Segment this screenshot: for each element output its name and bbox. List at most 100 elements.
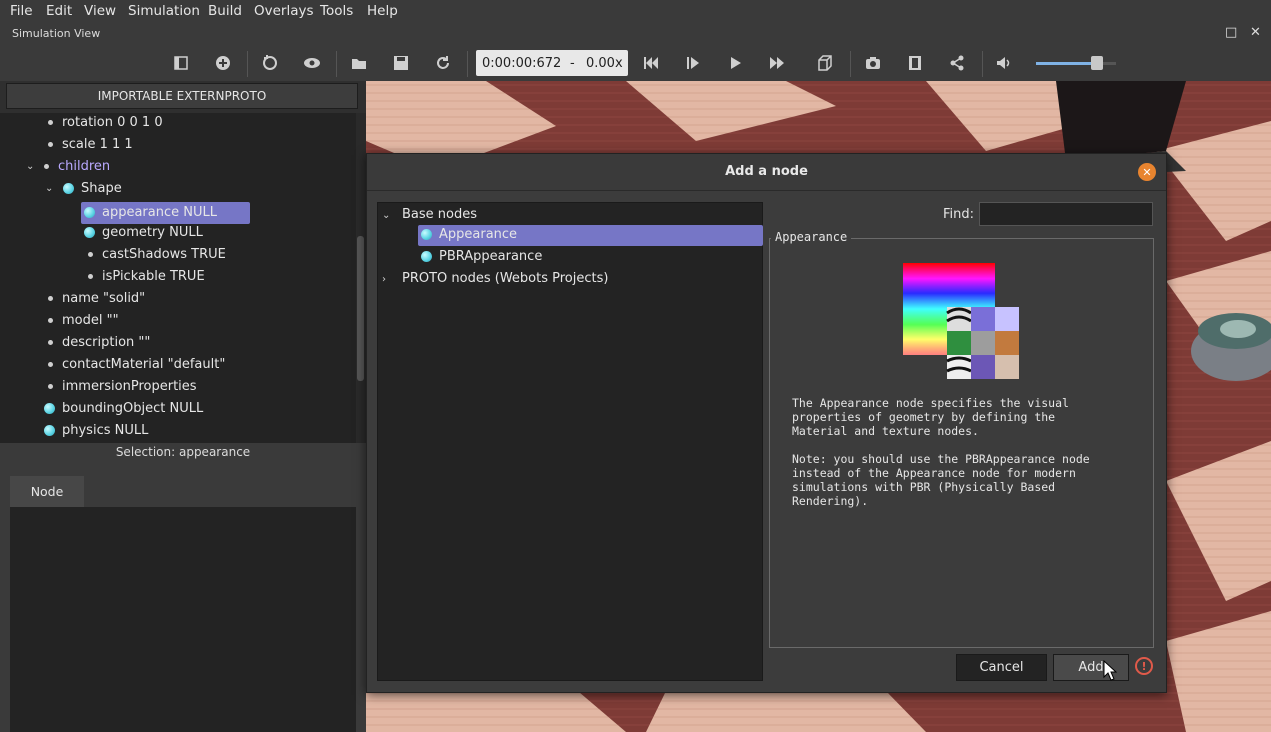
toolbar-separator bbox=[982, 51, 983, 77]
field-bullet-icon bbox=[48, 384, 53, 389]
tree-item-appearance-selected[interactable]: Appearance bbox=[418, 225, 763, 246]
add-node-icon[interactable] bbox=[211, 52, 235, 74]
tree-item[interactable]: scale 1 1 1 bbox=[48, 137, 133, 157]
chevron-right-icon[interactable]: › bbox=[382, 270, 394, 290]
menu-bar: File Edit View Simulation Build Overlays… bbox=[0, 0, 1271, 22]
find-input[interactable] bbox=[979, 202, 1153, 226]
screenshot-camera-icon[interactable] bbox=[861, 52, 885, 74]
appearance-node-icon bbox=[903, 263, 1021, 381]
tree-item[interactable]: description "" bbox=[48, 335, 150, 355]
node-description: The Appearance node specifies the visual… bbox=[792, 396, 1090, 508]
cancel-button[interactable]: Cancel bbox=[956, 654, 1047, 681]
tree-item[interactable]: model "" bbox=[48, 313, 119, 333]
rendering-icon[interactable] bbox=[813, 52, 837, 74]
field-bullet-icon bbox=[48, 340, 53, 345]
menu-build[interactable]: Build bbox=[208, 3, 242, 19]
node-tab-panel bbox=[10, 507, 356, 732]
toolbar-separator bbox=[850, 51, 851, 77]
simulation-view-header: Simulation View □ ✕ bbox=[0, 22, 1271, 46]
simulation-time: 0:00:00:672 bbox=[482, 56, 562, 71]
menu-edit[interactable]: Edit bbox=[46, 3, 72, 19]
chevron-down-icon[interactable]: ⌄ bbox=[382, 206, 394, 226]
share-icon[interactable] bbox=[945, 52, 969, 74]
tree-item-label: name "solid" bbox=[62, 291, 146, 306]
open-folder-icon[interactable] bbox=[347, 52, 371, 74]
volume-slider-fill bbox=[1036, 62, 1099, 65]
time-separator: - bbox=[570, 56, 575, 71]
tree-item[interactable]: castShadows TRUE bbox=[88, 247, 226, 267]
tree-item-label: description "" bbox=[62, 335, 151, 350]
node-type-tree: ⌄ Base nodes Appearance PBRAppearance › PR… bbox=[377, 202, 763, 681]
menu-file[interactable]: File bbox=[10, 3, 33, 19]
add-button[interactable]: Add bbox=[1053, 654, 1129, 681]
volume-icon[interactable] bbox=[992, 52, 1016, 74]
play-icon[interactable] bbox=[723, 52, 747, 74]
toggle-scene-tree-icon[interactable] bbox=[169, 52, 193, 74]
tab-node[interactable]: Node bbox=[10, 476, 84, 507]
scene-tree-scrollbar-thumb[interactable] bbox=[357, 236, 364, 381]
view-eye-icon[interactable] bbox=[300, 52, 324, 74]
menu-overlays[interactable]: Overlays bbox=[254, 3, 314, 19]
field-bullet-icon bbox=[48, 120, 53, 125]
menu-simulation[interactable]: Simulation bbox=[128, 3, 200, 19]
warning-icon: ! bbox=[1135, 657, 1153, 675]
node-ball-icon bbox=[44, 425, 55, 436]
selection-label: Selection: appearance bbox=[0, 443, 366, 463]
volume-slider-handle[interactable] bbox=[1091, 56, 1103, 70]
add-node-dialog: Add a node ✕ ⌄ Base nodes Appearance PBRA… bbox=[366, 153, 1167, 693]
tree-item-label: children bbox=[58, 159, 111, 174]
tree-item[interactable]: name "solid" bbox=[48, 291, 145, 311]
step-back-icon[interactable] bbox=[639, 52, 663, 74]
scene-tree: rotation 0 0 1 0 scale 1 1 1 ⌄ children ⌄… bbox=[0, 113, 356, 443]
node-ball-icon bbox=[421, 251, 432, 262]
toolbar-separator bbox=[467, 51, 468, 77]
field-bullet-icon bbox=[88, 252, 93, 257]
reset-simulation-icon[interactable] bbox=[258, 52, 282, 74]
tree-item[interactable]: boundingObject NULL bbox=[44, 401, 203, 421]
toolbar-separator bbox=[247, 51, 248, 77]
tree-item-label: PROTO nodes (Webots Projects) bbox=[402, 271, 609, 286]
dialog-title: Add a node bbox=[367, 154, 1166, 191]
close-icon[interactable]: ✕ bbox=[1250, 25, 1261, 40]
tree-item-appearance-selected[interactable]: appearance NULL bbox=[81, 202, 250, 224]
dialog-close-icon[interactable]: ✕ bbox=[1138, 163, 1156, 181]
tree-item-label: appearance NULL bbox=[102, 205, 217, 220]
tree-item[interactable]: immersionProperties bbox=[48, 379, 197, 399]
tree-item-label: Shape bbox=[81, 181, 122, 196]
tree-item[interactable]: geometry NULL bbox=[84, 225, 203, 245]
tree-item[interactable]: contactMaterial "default" bbox=[48, 357, 225, 377]
tree-item-label: isPickable TRUE bbox=[102, 269, 205, 284]
node-ball-icon bbox=[84, 227, 95, 238]
tree-item-children[interactable]: ⌄ children bbox=[26, 159, 110, 179]
node-ball-icon bbox=[44, 403, 55, 414]
tree-item[interactable]: physics NULL bbox=[44, 423, 148, 443]
menu-tools[interactable]: Tools bbox=[320, 3, 353, 19]
node-ball-icon bbox=[421, 229, 432, 240]
tree-item-label: contactMaterial "default" bbox=[62, 357, 226, 372]
step-icon[interactable] bbox=[681, 52, 705, 74]
tree-item-pbr-appearance[interactable]: PBRAppearance bbox=[421, 247, 542, 267]
chevron-down-icon[interactable]: ⌄ bbox=[26, 161, 38, 172]
field-bullet-icon bbox=[48, 296, 53, 301]
node-ball-icon bbox=[84, 207, 95, 218]
maximize-icon[interactable]: □ bbox=[1225, 25, 1237, 40]
toolbar: 0:00:00:672 - 0.00x bbox=[0, 46, 1271, 81]
node-info-title: Appearance bbox=[771, 230, 852, 244]
mouse-cursor-icon bbox=[1103, 659, 1118, 686]
reload-icon[interactable] bbox=[431, 52, 455, 74]
save-icon[interactable] bbox=[389, 52, 413, 74]
importable-externproto-button[interactable]: IMPORTABLE EXTERNPROTO bbox=[6, 83, 358, 109]
menu-help[interactable]: Help bbox=[367, 3, 398, 19]
field-bullet-icon bbox=[48, 142, 53, 147]
tree-item-base-nodes[interactable]: ⌄ Base nodes bbox=[382, 205, 477, 225]
volume-slider[interactable] bbox=[1036, 62, 1116, 65]
tree-item-shape[interactable]: ⌄ Shape bbox=[45, 181, 122, 201]
menu-view[interactable]: View bbox=[84, 3, 116, 19]
field-bullet-icon bbox=[44, 164, 49, 169]
tree-item-proto-nodes[interactable]: › PROTO nodes (Webots Projects) bbox=[382, 269, 608, 289]
tree-item[interactable]: rotation 0 0 1 0 bbox=[48, 115, 163, 135]
movie-film-icon[interactable] bbox=[903, 52, 927, 74]
chevron-down-icon[interactable]: ⌄ bbox=[45, 183, 57, 194]
fast-forward-icon[interactable] bbox=[765, 52, 789, 74]
tree-item[interactable]: isPickable TRUE bbox=[88, 269, 205, 289]
